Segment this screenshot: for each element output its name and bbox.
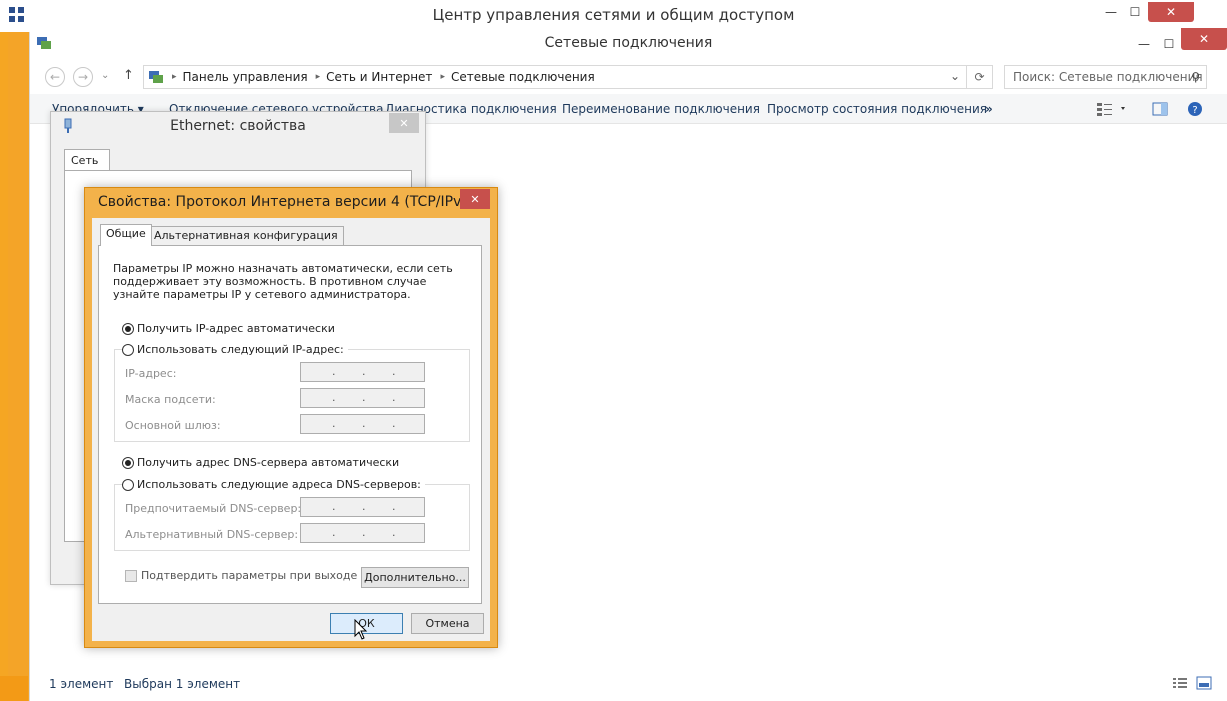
description-text: Параметры IP можно назначать автоматичес… bbox=[113, 262, 453, 301]
preview-pane-icon[interactable] bbox=[1152, 101, 1168, 117]
advanced-button[interactable]: Дополнительно... bbox=[361, 567, 469, 588]
default-gateway-label: Основной шлюз: bbox=[125, 419, 221, 432]
svg-text:?: ? bbox=[1192, 105, 1197, 116]
recent-locations-button[interactable]: ⌄ bbox=[101, 70, 109, 81]
ip-octet-separator: . bbox=[392, 417, 396, 430]
alternate-dns-label: Альтернативный DNS-сервер: bbox=[125, 528, 299, 541]
ip-octet-separator: . bbox=[362, 365, 366, 378]
selected-count: Выбран 1 элемент bbox=[124, 677, 241, 691]
outer-title-bar[interactable]: Центр управления сетями и общим доступом… bbox=[0, 0, 1227, 32]
dns-manual-label: Использовать следующие адреса DNS-сервер… bbox=[137, 478, 421, 491]
ip-octet-separator: . bbox=[392, 500, 396, 513]
breadcrumb-separator-icon: ▸ bbox=[440, 72, 445, 82]
more-commands-button[interactable]: » bbox=[985, 102, 993, 116]
ip-manual-radio[interactable]: Использовать следующий IP-адрес: bbox=[122, 343, 348, 356]
details-view-icon[interactable] bbox=[1172, 676, 1188, 690]
ip-octet-separator: . bbox=[362, 417, 366, 430]
address-bar[interactable]: ▸ Панель управления ▸ Сеть и Интернет ▸ … bbox=[143, 65, 967, 89]
alternate-dns-field[interactable]: ... bbox=[300, 523, 425, 543]
outer-close-button[interactable]: ✕ bbox=[1148, 2, 1194, 22]
ip-manual-label: Использовать следующий IP-адрес: bbox=[137, 343, 344, 356]
subnet-mask-label: Маска подсети: bbox=[125, 393, 216, 406]
ip-auto-label: Получить IP-адрес автоматически bbox=[137, 322, 335, 335]
ip-octet-separator: . bbox=[362, 391, 366, 404]
search-input[interactable]: Поиск: Сетевые подключения ⚲ bbox=[1004, 65, 1207, 89]
ethernet-dialog-title: Ethernet: свойства bbox=[170, 118, 306, 134]
dns-manual-radio[interactable]: Использовать следующие адреса DNS-сервер… bbox=[122, 478, 425, 491]
breadcrumb-control-panel[interactable]: Панель управления bbox=[183, 70, 308, 84]
refresh-button[interactable]: ⟳ bbox=[967, 65, 993, 89]
ip-octet-separator: . bbox=[392, 365, 396, 378]
forward-button[interactable]: → bbox=[73, 67, 93, 87]
ip-octet-separator: . bbox=[332, 417, 336, 430]
ip-octet-separator: . bbox=[362, 500, 366, 513]
ip-address-field[interactable]: ... bbox=[300, 362, 425, 382]
ethernet-close-button[interactable]: ✕ bbox=[389, 113, 419, 133]
status-bar: 1 элемент Выбран 1 элемент bbox=[30, 671, 1227, 699]
item-count: 1 элемент bbox=[49, 677, 114, 691]
ip-octet-separator: . bbox=[332, 500, 336, 513]
radio-unselected-icon bbox=[122, 478, 134, 491]
control-panel-icon bbox=[149, 71, 163, 83]
ipv4-dialog-title: Свойства: Протокол Интернета версии 4 (T… bbox=[98, 194, 476, 210]
navigation-bar: ← → ⌄ ↑ ▸ Панель управления ▸ Сеть и Инт… bbox=[30, 62, 1227, 92]
validate-on-exit-checkbox[interactable]: Подтвердить параметры при выходе bbox=[125, 569, 357, 582]
tab-alternate-config[interactable]: Альтернативная конфигурация bbox=[148, 226, 344, 246]
breadcrumb-network-internet[interactable]: Сеть и Интернет bbox=[326, 70, 432, 84]
preferred-dns-label: Предпочитаемый DNS-сервер: bbox=[125, 502, 302, 515]
dns-auto-label: Получить адрес DNS-сервера автоматически bbox=[137, 456, 400, 469]
dns-auto-radio[interactable]: Получить адрес DNS-сервера автоматически bbox=[122, 456, 399, 469]
back-button[interactable]: ← bbox=[45, 67, 65, 87]
up-button[interactable]: ↑ bbox=[123, 68, 134, 83]
ip-octet-separator: . bbox=[362, 526, 366, 539]
breadcrumb-separator-icon: ▸ bbox=[172, 72, 177, 82]
explorer-close-button[interactable]: ✕ bbox=[1181, 28, 1227, 50]
ip-octet-separator: . bbox=[332, 526, 336, 539]
ethernet-title-bar[interactable]: Ethernet: свойства ✕ bbox=[51, 112, 425, 142]
default-gateway-field[interactable]: ... bbox=[300, 414, 425, 434]
ip-octet-separator: . bbox=[332, 365, 336, 378]
cancel-button[interactable]: Отмена bbox=[411, 613, 484, 634]
outer-window-title: Центр управления сетями и общим доступом bbox=[432, 6, 795, 24]
radio-unselected-icon bbox=[122, 343, 134, 356]
outer-window-frame bbox=[0, 32, 8, 701]
breadcrumb-network-connections[interactable]: Сетевые подключения bbox=[451, 70, 595, 84]
subnet-mask-field[interactable]: ... bbox=[300, 388, 425, 408]
radio-selected-icon bbox=[122, 456, 134, 469]
outer-window-frame-corner bbox=[0, 676, 28, 701]
ipv4-close-button[interactable]: ✕ bbox=[460, 189, 490, 209]
ip-octet-separator: . bbox=[392, 391, 396, 404]
radio-selected-icon bbox=[122, 322, 134, 335]
address-dropdown-icon[interactable]: ⌄ bbox=[950, 69, 960, 83]
tab-network[interactable]: Сеть bbox=[64, 149, 110, 171]
search-icon: ⚲ bbox=[1191, 70, 1200, 84]
validate-on-exit-label: Подтвердить параметры при выходе bbox=[141, 569, 358, 582]
rename-connection-button[interactable]: Переименование подключения bbox=[562, 102, 760, 116]
large-icons-view-icon[interactable] bbox=[1196, 676, 1212, 690]
help-icon[interactable]: ? bbox=[1187, 101, 1203, 117]
ipv4-title-bar[interactable]: Свойства: Протокол Интернета версии 4 (T… bbox=[85, 188, 497, 218]
ip-address-label: IP-адрес: bbox=[125, 367, 177, 380]
search-placeholder: Поиск: Сетевые подключения bbox=[1013, 70, 1203, 84]
explorer-window-title: Сетевые подключения bbox=[544, 35, 713, 51]
explorer-title-bar[interactable]: Сетевые подключения — ☐ ✕ bbox=[30, 28, 1227, 60]
ipv4-properties-dialog: Свойства: Протокол Интернета версии 4 (T… bbox=[84, 187, 498, 648]
tab-general[interactable]: Общие bbox=[100, 224, 152, 246]
ip-octet-separator: . bbox=[392, 526, 396, 539]
breadcrumb-separator-icon: ▸ bbox=[315, 72, 321, 82]
ip-octet-separator: . bbox=[332, 391, 336, 404]
ip-auto-radio[interactable]: Получить IP-адрес автоматически bbox=[122, 322, 335, 335]
checkbox-unchecked-icon bbox=[125, 569, 137, 582]
ipv4-dialog-body: Общие Альтернативная конфигурация Параме… bbox=[92, 218, 490, 641]
view-status-button[interactable]: Просмотр состояния подключения bbox=[767, 102, 987, 116]
preferred-dns-field[interactable]: ... bbox=[300, 497, 425, 517]
general-tab-panel: Параметры IP можно назначать автоматичес… bbox=[98, 245, 482, 604]
change-view-icon[interactable] bbox=[1096, 101, 1128, 117]
mouse-cursor-icon bbox=[354, 619, 368, 640]
